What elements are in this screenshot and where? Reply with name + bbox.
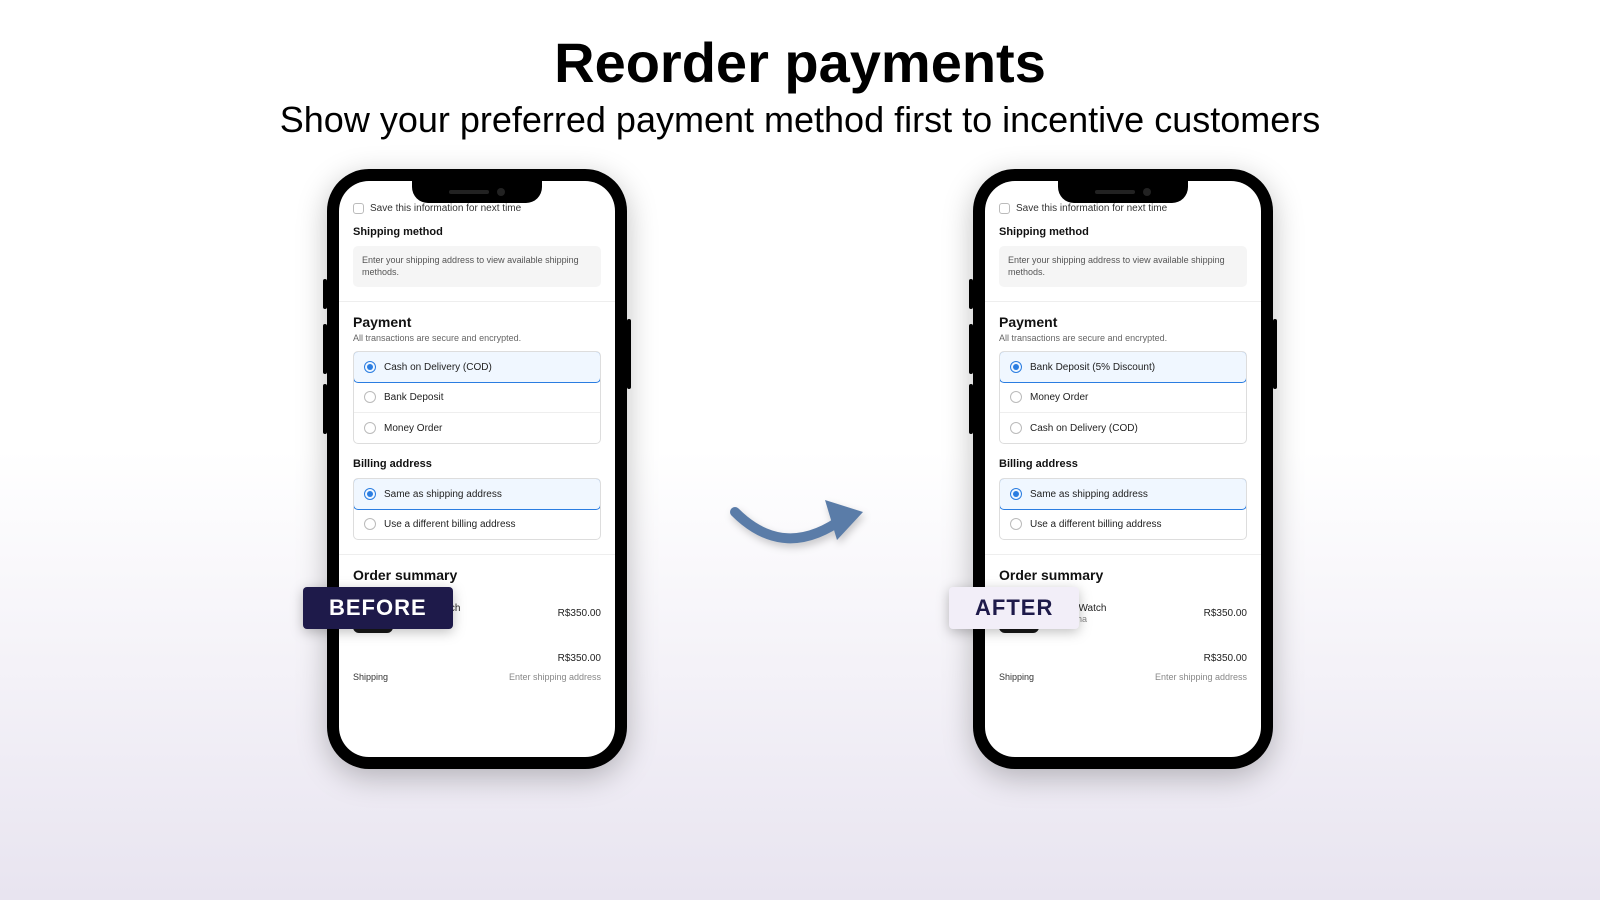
radio-icon xyxy=(1010,391,1022,403)
shipping-info-box: Enter your shipping address to view avai… xyxy=(999,246,1247,287)
after-badge: AFTER xyxy=(949,587,1079,629)
product-price: R$350.00 xyxy=(558,608,601,619)
order-summary-title: Order summary xyxy=(999,567,1247,583)
payment-option[interactable]: Cash on Delivery (COD) xyxy=(353,351,601,383)
radio-icon xyxy=(364,391,376,403)
payment-option[interactable]: Bank Deposit (5% Discount) xyxy=(999,351,1247,383)
save-checkbox[interactable] xyxy=(353,203,364,214)
radio-icon xyxy=(364,488,376,500)
shipping-label: Shipping xyxy=(999,672,1034,682)
radio-icon xyxy=(364,518,376,530)
shipping-method-title: Shipping method xyxy=(353,226,601,238)
save-checkbox[interactable] xyxy=(999,203,1010,214)
radio-icon xyxy=(1010,361,1022,373)
payment-option[interactable]: Cash on Delivery (COD) xyxy=(1000,413,1246,443)
payment-subtext: All transactions are secure and encrypte… xyxy=(353,333,601,343)
billing-option[interactable]: Same as shipping address xyxy=(353,478,601,510)
billing-options: Same as shipping address Use a different… xyxy=(999,478,1247,540)
billing-title: Billing address xyxy=(999,458,1247,470)
payment-option[interactable]: Bank Deposit xyxy=(354,382,600,413)
save-info-row[interactable]: Save this information for next time xyxy=(353,203,601,214)
subtotal: R$350.00 xyxy=(558,653,601,664)
payment-option-label: Money Order xyxy=(384,423,442,434)
radio-icon xyxy=(1010,422,1022,434)
billing-options: Same as shipping address Use a different… xyxy=(353,478,601,540)
billing-option[interactable]: Same as shipping address xyxy=(999,478,1247,510)
payment-option-label: Cash on Delivery (COD) xyxy=(384,362,492,373)
shipping-hint: Enter shipping address xyxy=(1155,672,1247,682)
save-label: Save this information for next time xyxy=(370,203,521,214)
phone-notch xyxy=(412,181,542,203)
billing-option[interactable]: Use a different billing address xyxy=(1000,509,1246,539)
payment-option-label: Bank Deposit xyxy=(384,392,443,403)
after-phone: Save this information for next time Ship… xyxy=(973,169,1273,769)
product-price: R$350.00 xyxy=(1204,608,1247,619)
shipping-hint: Enter shipping address xyxy=(509,672,601,682)
payment-option-label: Money Order xyxy=(1030,392,1088,403)
before-phone: Save this information for next time Ship… xyxy=(327,169,627,769)
page-subtitle: Show your preferred payment method first… xyxy=(0,99,1600,141)
save-label: Save this information for next time xyxy=(1016,203,1167,214)
radio-icon xyxy=(1010,518,1022,530)
payment-heading: Payment xyxy=(999,314,1247,330)
radio-icon xyxy=(1010,488,1022,500)
payment-option-label: Bank Deposit (5% Discount) xyxy=(1030,362,1155,373)
shipping-method-title: Shipping method xyxy=(999,226,1247,238)
payment-subtext: All transactions are secure and encrypte… xyxy=(999,333,1247,343)
billing-option-label: Same as shipping address xyxy=(384,489,502,500)
save-info-row[interactable]: Save this information for next time xyxy=(999,203,1247,214)
page-title: Reorder payments xyxy=(0,30,1600,95)
shipping-info-box: Enter your shipping address to view avai… xyxy=(353,246,601,287)
payment-option-label: Cash on Delivery (COD) xyxy=(1030,423,1138,434)
billing-option-label: Use a different billing address xyxy=(1030,519,1162,530)
page-header: Reorder payments Show your preferred pay… xyxy=(0,0,1600,141)
payment-heading: Payment xyxy=(353,314,601,330)
shipping-label: Shipping xyxy=(353,672,388,682)
transition-arrow-icon xyxy=(717,482,883,577)
payment-options: Bank Deposit (5% Discount) Money Order C… xyxy=(999,351,1247,444)
billing-option-label: Use a different billing address xyxy=(384,519,516,530)
order-summary-title: Order summary xyxy=(353,567,601,583)
subtotal: R$350.00 xyxy=(1204,653,1247,664)
phone-notch xyxy=(1058,181,1188,203)
payment-option[interactable]: Money Order xyxy=(354,413,600,443)
before-badge: BEFORE xyxy=(303,587,453,629)
payment-option[interactable]: Money Order xyxy=(1000,382,1246,413)
billing-option-label: Same as shipping address xyxy=(1030,489,1148,500)
radio-icon xyxy=(364,422,376,434)
billing-title: Billing address xyxy=(353,458,601,470)
payment-options: Cash on Delivery (COD) Bank Deposit Mone… xyxy=(353,351,601,444)
billing-option[interactable]: Use a different billing address xyxy=(354,509,600,539)
radio-icon xyxy=(364,361,376,373)
